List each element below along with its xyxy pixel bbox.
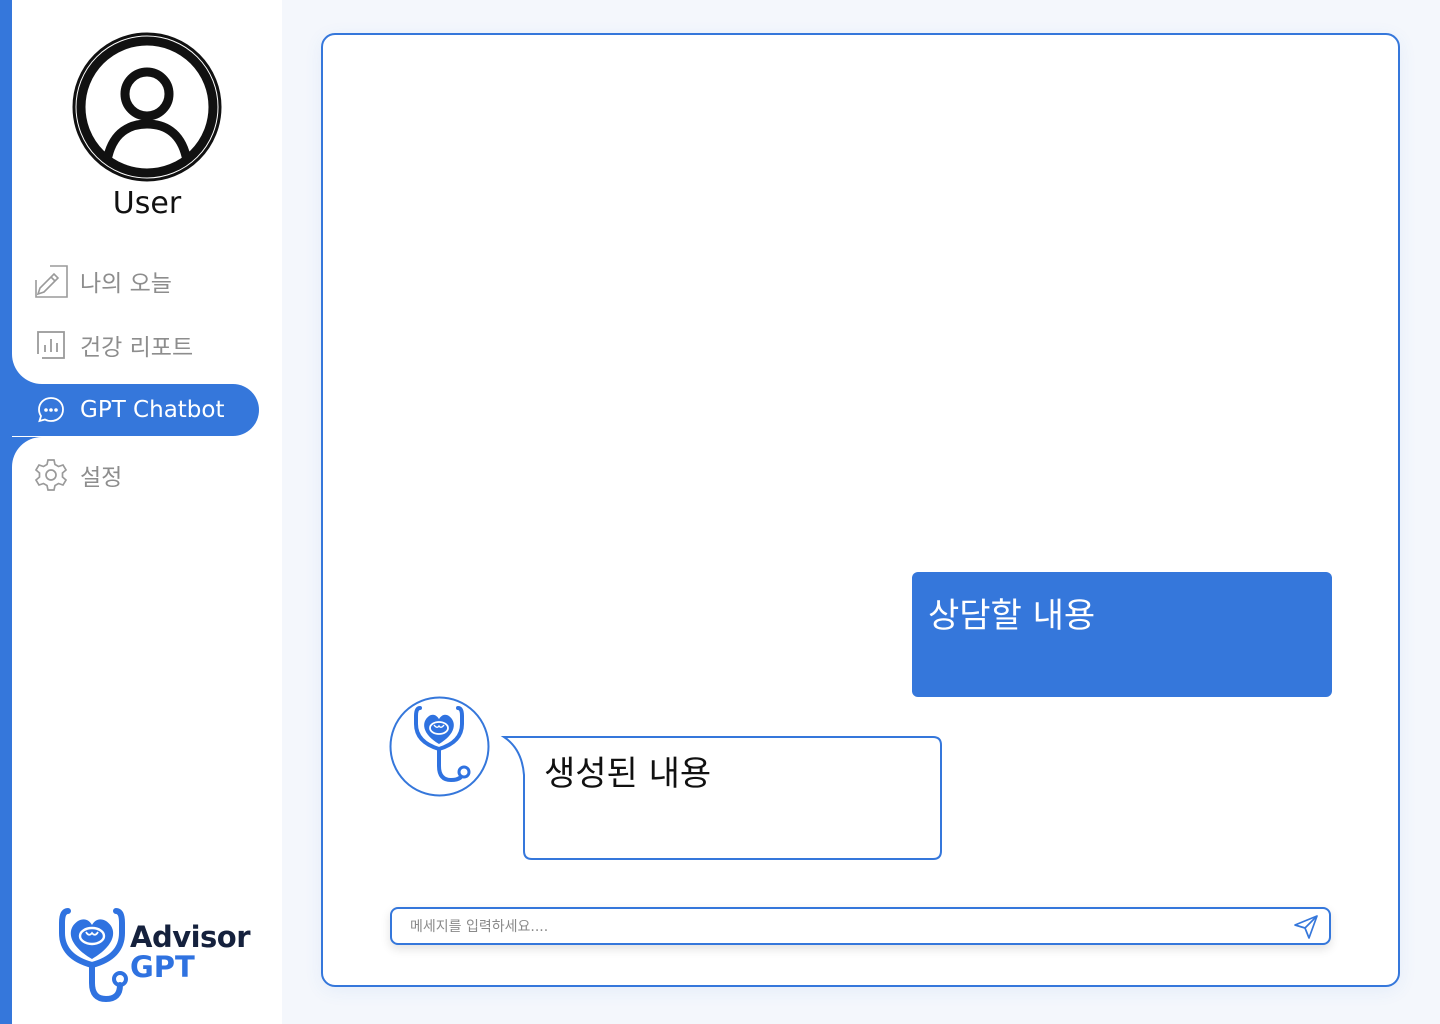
sidebar-item-my-today[interactable]: 나의 오늘 — [12, 255, 172, 307]
user-message-text: 상담할 내용 — [928, 596, 1096, 636]
bot-avatar-icon — [389, 696, 490, 797]
sidebar-item-label: 설정 — [80, 465, 123, 491]
edit-icon — [34, 264, 68, 298]
sidebar-item-settings[interactable]: 설정 — [12, 449, 122, 501]
user-name: User — [112, 186, 182, 221]
gear-icon — [34, 458, 68, 492]
sidebar-item-label: 건강 리포트 — [80, 335, 194, 361]
tab-corner-top — [12, 354, 42, 384]
sidebar-edge — [0, 0, 12, 1024]
send-icon — [1294, 915, 1318, 939]
send-button[interactable] — [1291, 912, 1321, 942]
sidebar-item-label: GPT Chatbot — [80, 397, 225, 423]
message-input-bar — [390, 907, 1331, 945]
chat-icon — [34, 393, 68, 427]
brand-name: Advisor GPT — [130, 920, 251, 984]
user-avatar-icon[interactable] — [72, 32, 222, 182]
sidebar-item-gpt-chatbot[interactable]: GPT Chatbot — [12, 384, 259, 436]
user-message-bubble: 상담할 내용 — [912, 572, 1332, 697]
bot-message-text: 생성된 내용 — [544, 754, 712, 794]
sidebar-item-label: 나의 오늘 — [80, 271, 172, 297]
brand-line1: Advisor — [130, 920, 251, 954]
message-input[interactable] — [410, 915, 1270, 939]
brand-line2: GPT — [130, 950, 195, 984]
